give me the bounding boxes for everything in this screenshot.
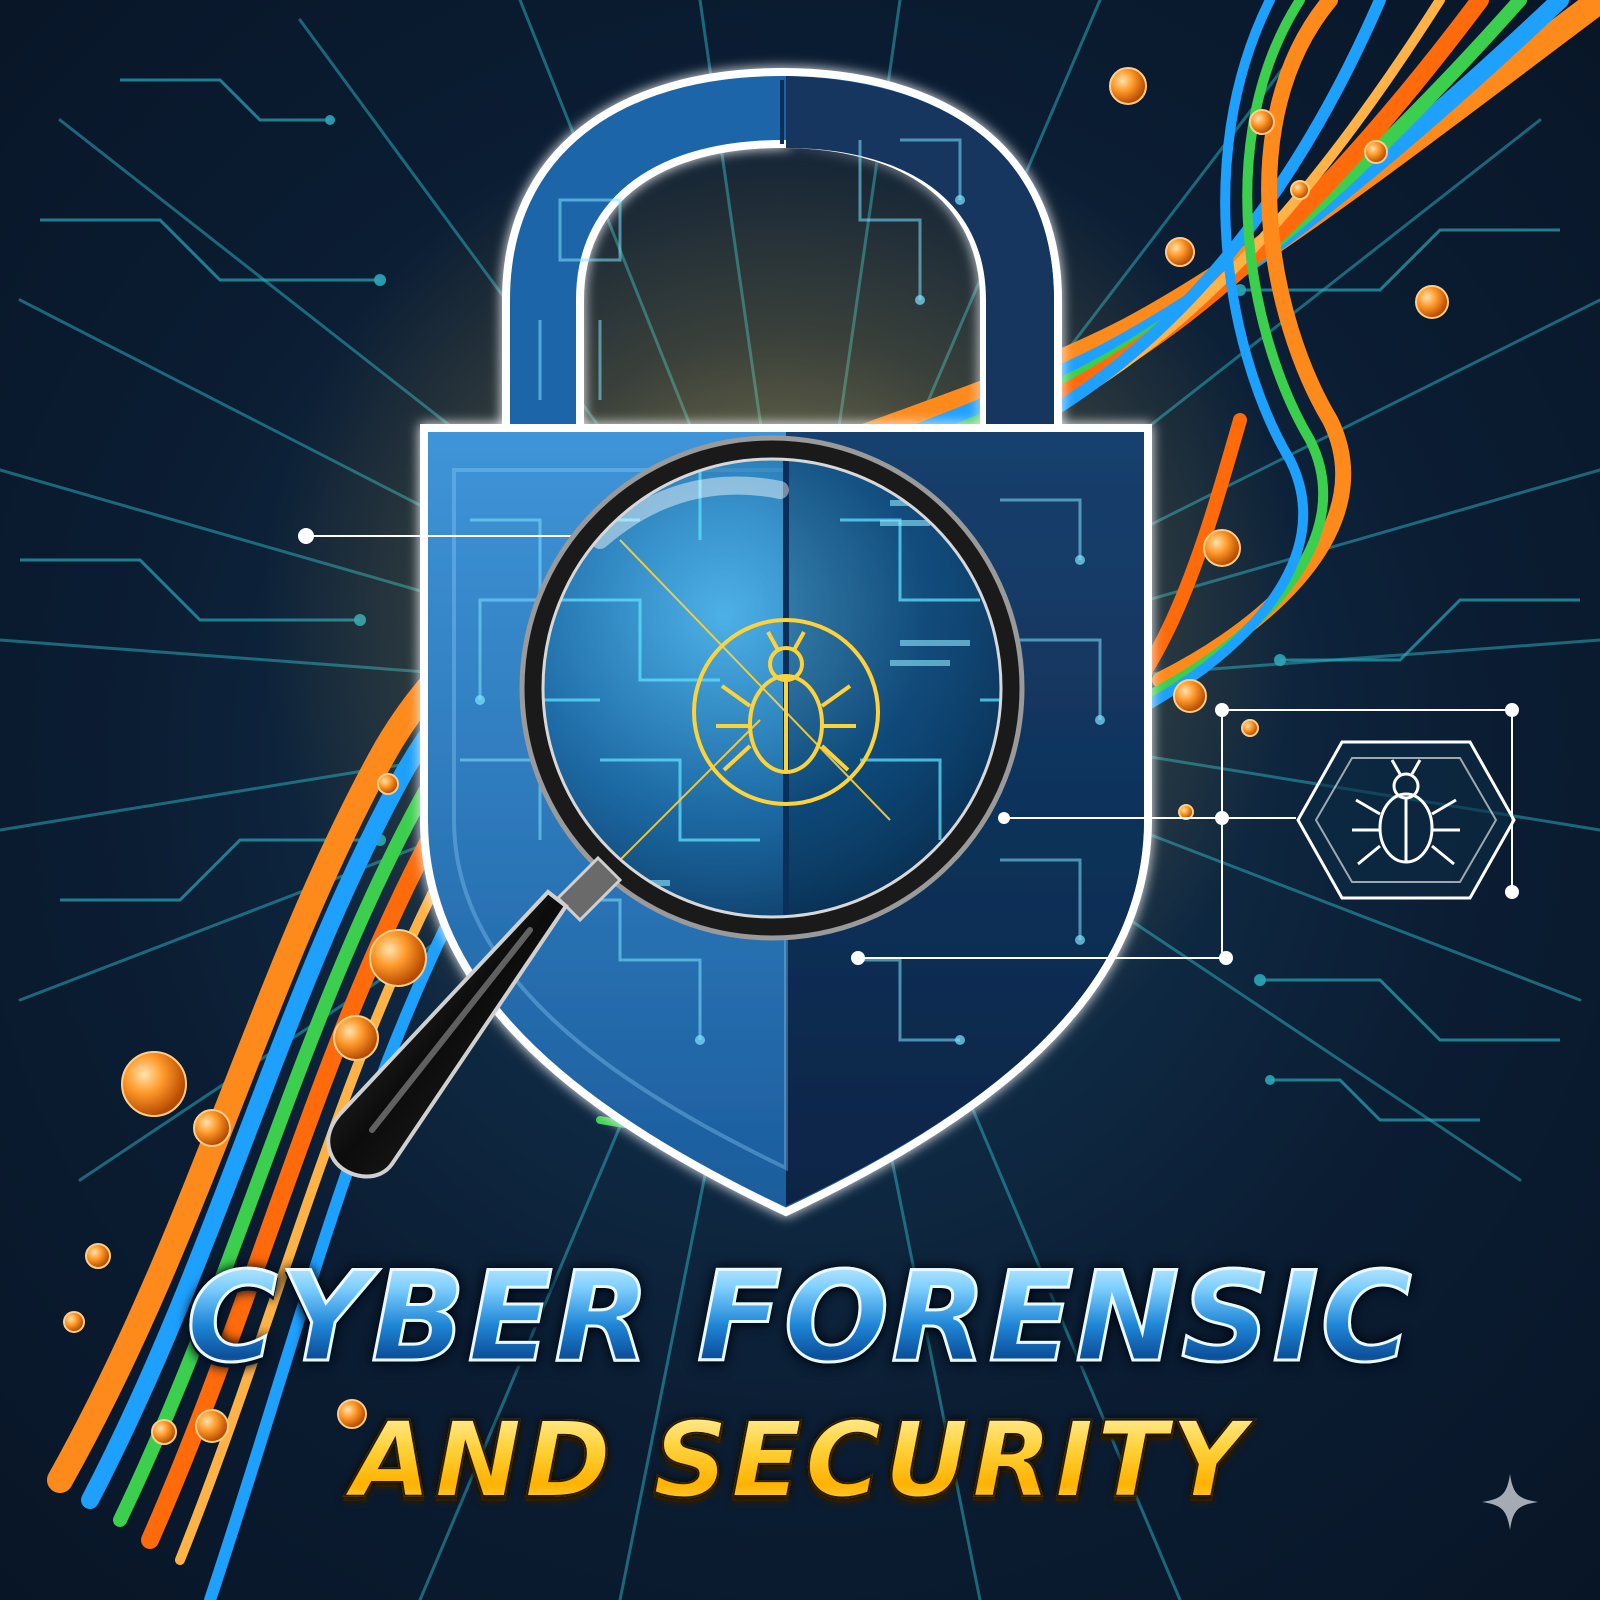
- bug-icon: [1296, 740, 1516, 900]
- poster: CYBER FORENSIC AND SECURITY: [0, 0, 1600, 1600]
- title-line-1: CYBER FORENSIC: [0, 1247, 1600, 1390]
- sparkle-icon: [1482, 1474, 1538, 1530]
- title-line-2: AND SECURITY: [0, 1399, 1600, 1521]
